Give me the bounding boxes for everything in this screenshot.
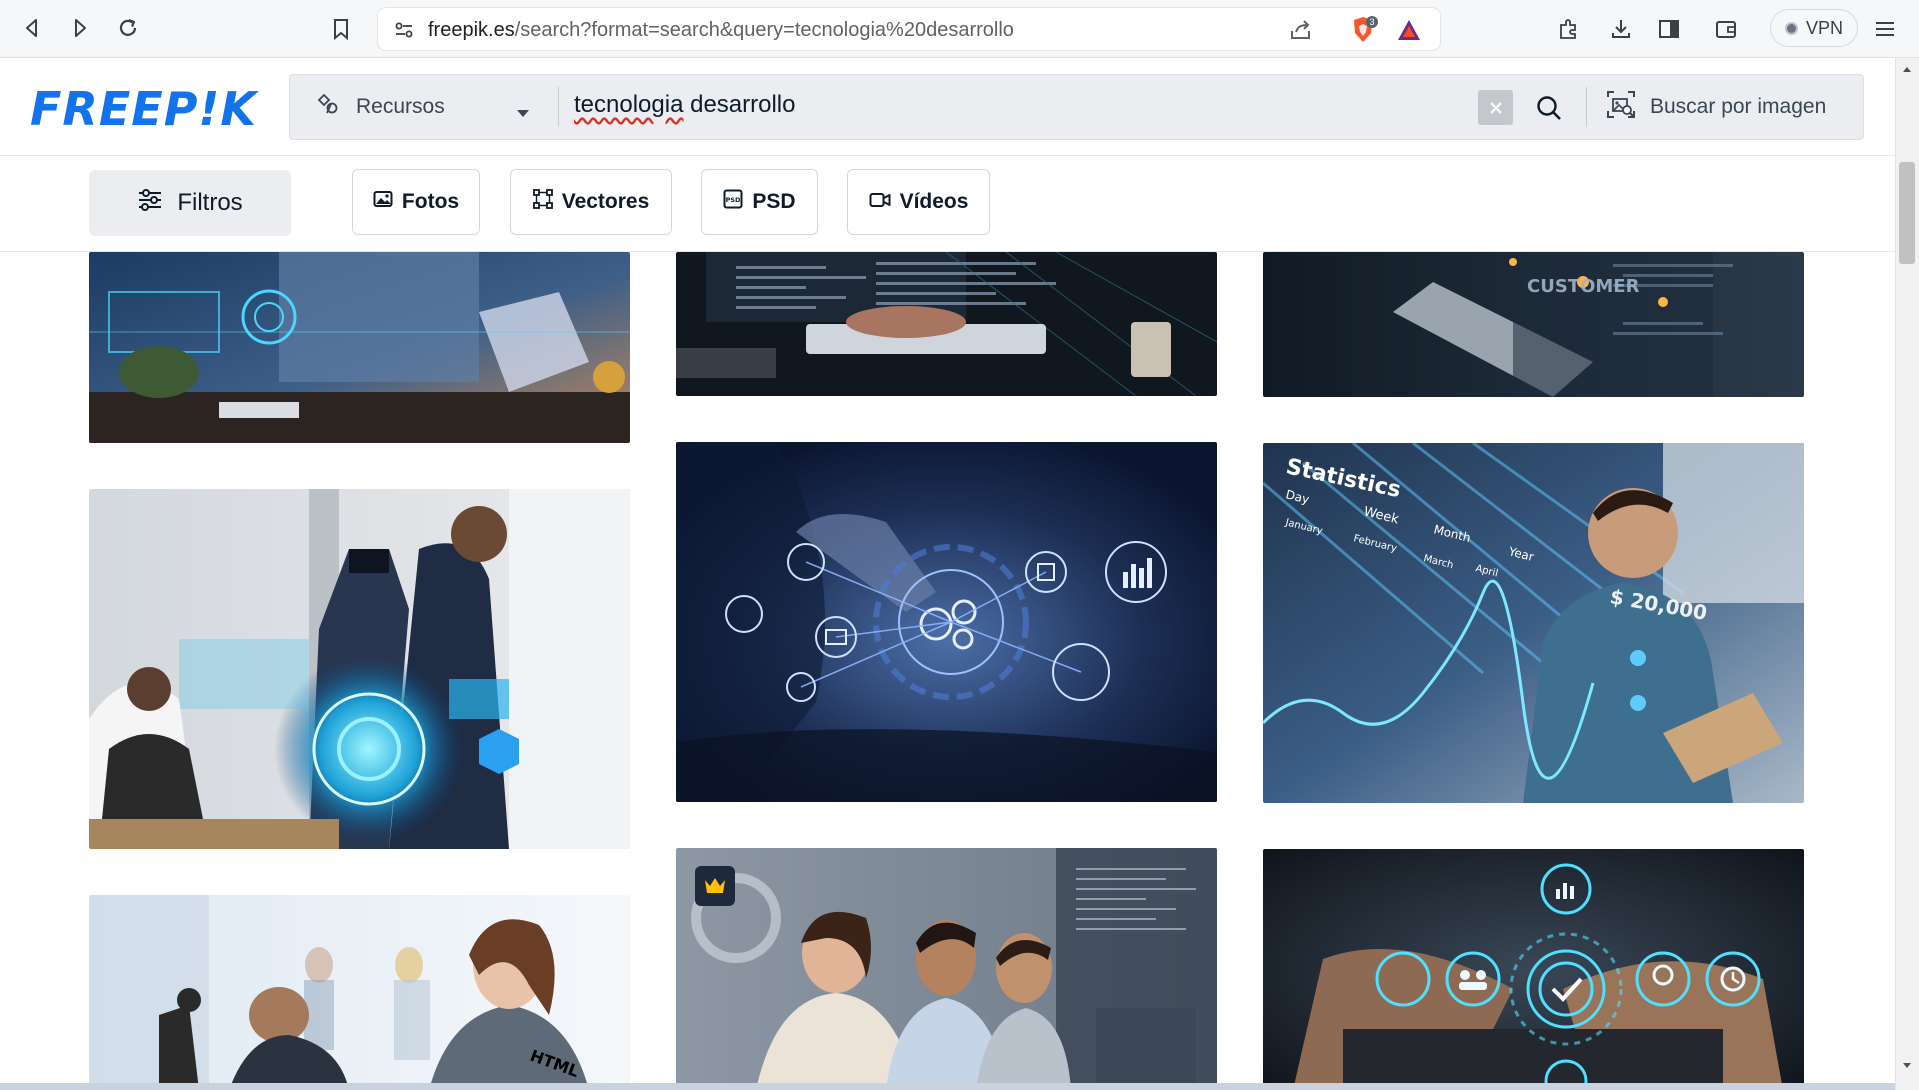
vpn-button[interactable]: VPN <box>1770 9 1858 47</box>
svg-text:PSD: PSD <box>726 196 741 204</box>
svg-text:3: 3 <box>1369 17 1374 27</box>
resource-type-select[interactable]: Recursos <box>290 75 558 139</box>
browser-toolbar: freepik.es/search?format=search&query=te… <box>0 0 1919 58</box>
psd-icon: PSD <box>723 189 743 215</box>
wallet-icon[interactable] <box>1711 14 1741 44</box>
back-icon[interactable] <box>14 10 50 46</box>
image-tile[interactable]: CUSTOMER <box>1263 252 1804 397</box>
search-divider <box>1586 87 1587 127</box>
brave-rewards-icon[interactable] <box>1394 16 1424 44</box>
extensions-icon[interactable] <box>1554 14 1584 44</box>
image-tile[interactable] <box>676 848 1217 1090</box>
svg-text:CUSTOMER: CUSTOMER <box>1527 276 1640 297</box>
chip-label: Vídeos <box>899 190 969 213</box>
chip-fotos[interactable]: Fotos <box>352 169 480 235</box>
scrollbar-thumb[interactable] <box>1899 162 1915 264</box>
scroll-down-icon[interactable] <box>1899 1058 1915 1072</box>
chevron-down-icon <box>516 101 530 125</box>
chip-label: Vectores <box>561 190 650 213</box>
image-tile[interactable]: HTML <box>89 895 630 1090</box>
chip-psd[interactable]: PSD PSD <box>701 169 818 235</box>
chip-vectores[interactable]: Vectores <box>510 169 672 235</box>
search-by-image-label: Buscar por imagen <box>1650 95 1827 118</box>
share-icon[interactable] <box>1288 18 1314 42</box>
scroll-up-icon[interactable] <box>1899 62 1915 76</box>
image-tile[interactable] <box>89 489 630 849</box>
vpn-status-icon <box>1784 21 1798 35</box>
vpn-label: VPN <box>1805 17 1843 38</box>
sidebar-toggle-icon[interactable] <box>1654 14 1684 44</box>
filters-button[interactable]: Filtros <box>89 170 291 236</box>
video-icon <box>869 190 891 214</box>
search-button[interactable] <box>1530 89 1568 127</box>
menu-icon[interactable] <box>1870 14 1900 44</box>
bookmark-icon[interactable] <box>326 14 356 44</box>
search-divider <box>558 87 559 127</box>
chip-label: PSD <box>752 190 796 213</box>
chip-label: Fotos <box>401 190 460 213</box>
image-gallery: CUSTOMER Statistics Day Week Month Year … <box>0 252 1895 1090</box>
premium-crown-icon <box>695 866 735 906</box>
url-text: freepik.es/search?format=search&query=te… <box>428 19 1014 41</box>
search-by-image-button[interactable]: Buscar por imagen <box>1606 75 1826 139</box>
close-icon <box>1489 101 1502 114</box>
image-tile[interactable]: Statistics Day Week Month Year January F… <box>1263 443 1804 803</box>
brave-shield-icon[interactable]: 3 <box>1346 14 1380 46</box>
vector-icon <box>532 189 553 215</box>
chip-videos[interactable]: Vídeos <box>847 169 990 235</box>
image-tile[interactable] <box>676 252 1217 396</box>
clear-search-button[interactable] <box>1478 90 1513 125</box>
forward-icon[interactable] <box>62 10 98 46</box>
image-search-icon <box>1606 89 1636 125</box>
reload-icon[interactable] <box>110 10 146 46</box>
freepik-logo[interactable]: FREEP!K <box>30 86 257 132</box>
site-header: FREEP!K Recursos tecnologia desarrollo B… <box>0 58 1895 156</box>
photo-icon <box>373 190 393 214</box>
sliders-icon <box>137 188 163 219</box>
resource-type-label: Recursos <box>356 95 445 118</box>
address-bar[interactable]: freepik.es/search?format=search&query=te… <box>378 8 1440 50</box>
search-icon <box>1537 96 1561 120</box>
site-settings-icon[interactable] <box>392 18 416 42</box>
status-bar <box>0 1083 1895 1090</box>
resources-icon <box>316 92 340 122</box>
image-tile[interactable] <box>1263 849 1804 1090</box>
image-tile[interactable] <box>89 252 630 443</box>
image-tile[interactable] <box>676 442 1217 802</box>
download-icon[interactable] <box>1606 14 1636 44</box>
filters-label: Filtros <box>177 189 243 216</box>
filter-bar: Filtros Fotos Vectores PSD PSD Vídeos <box>0 156 1895 252</box>
search-input[interactable]: tecnologia desarrollo <box>574 91 795 119</box>
search-bar: Recursos tecnologia desarrollo Buscar po… <box>289 74 1864 140</box>
